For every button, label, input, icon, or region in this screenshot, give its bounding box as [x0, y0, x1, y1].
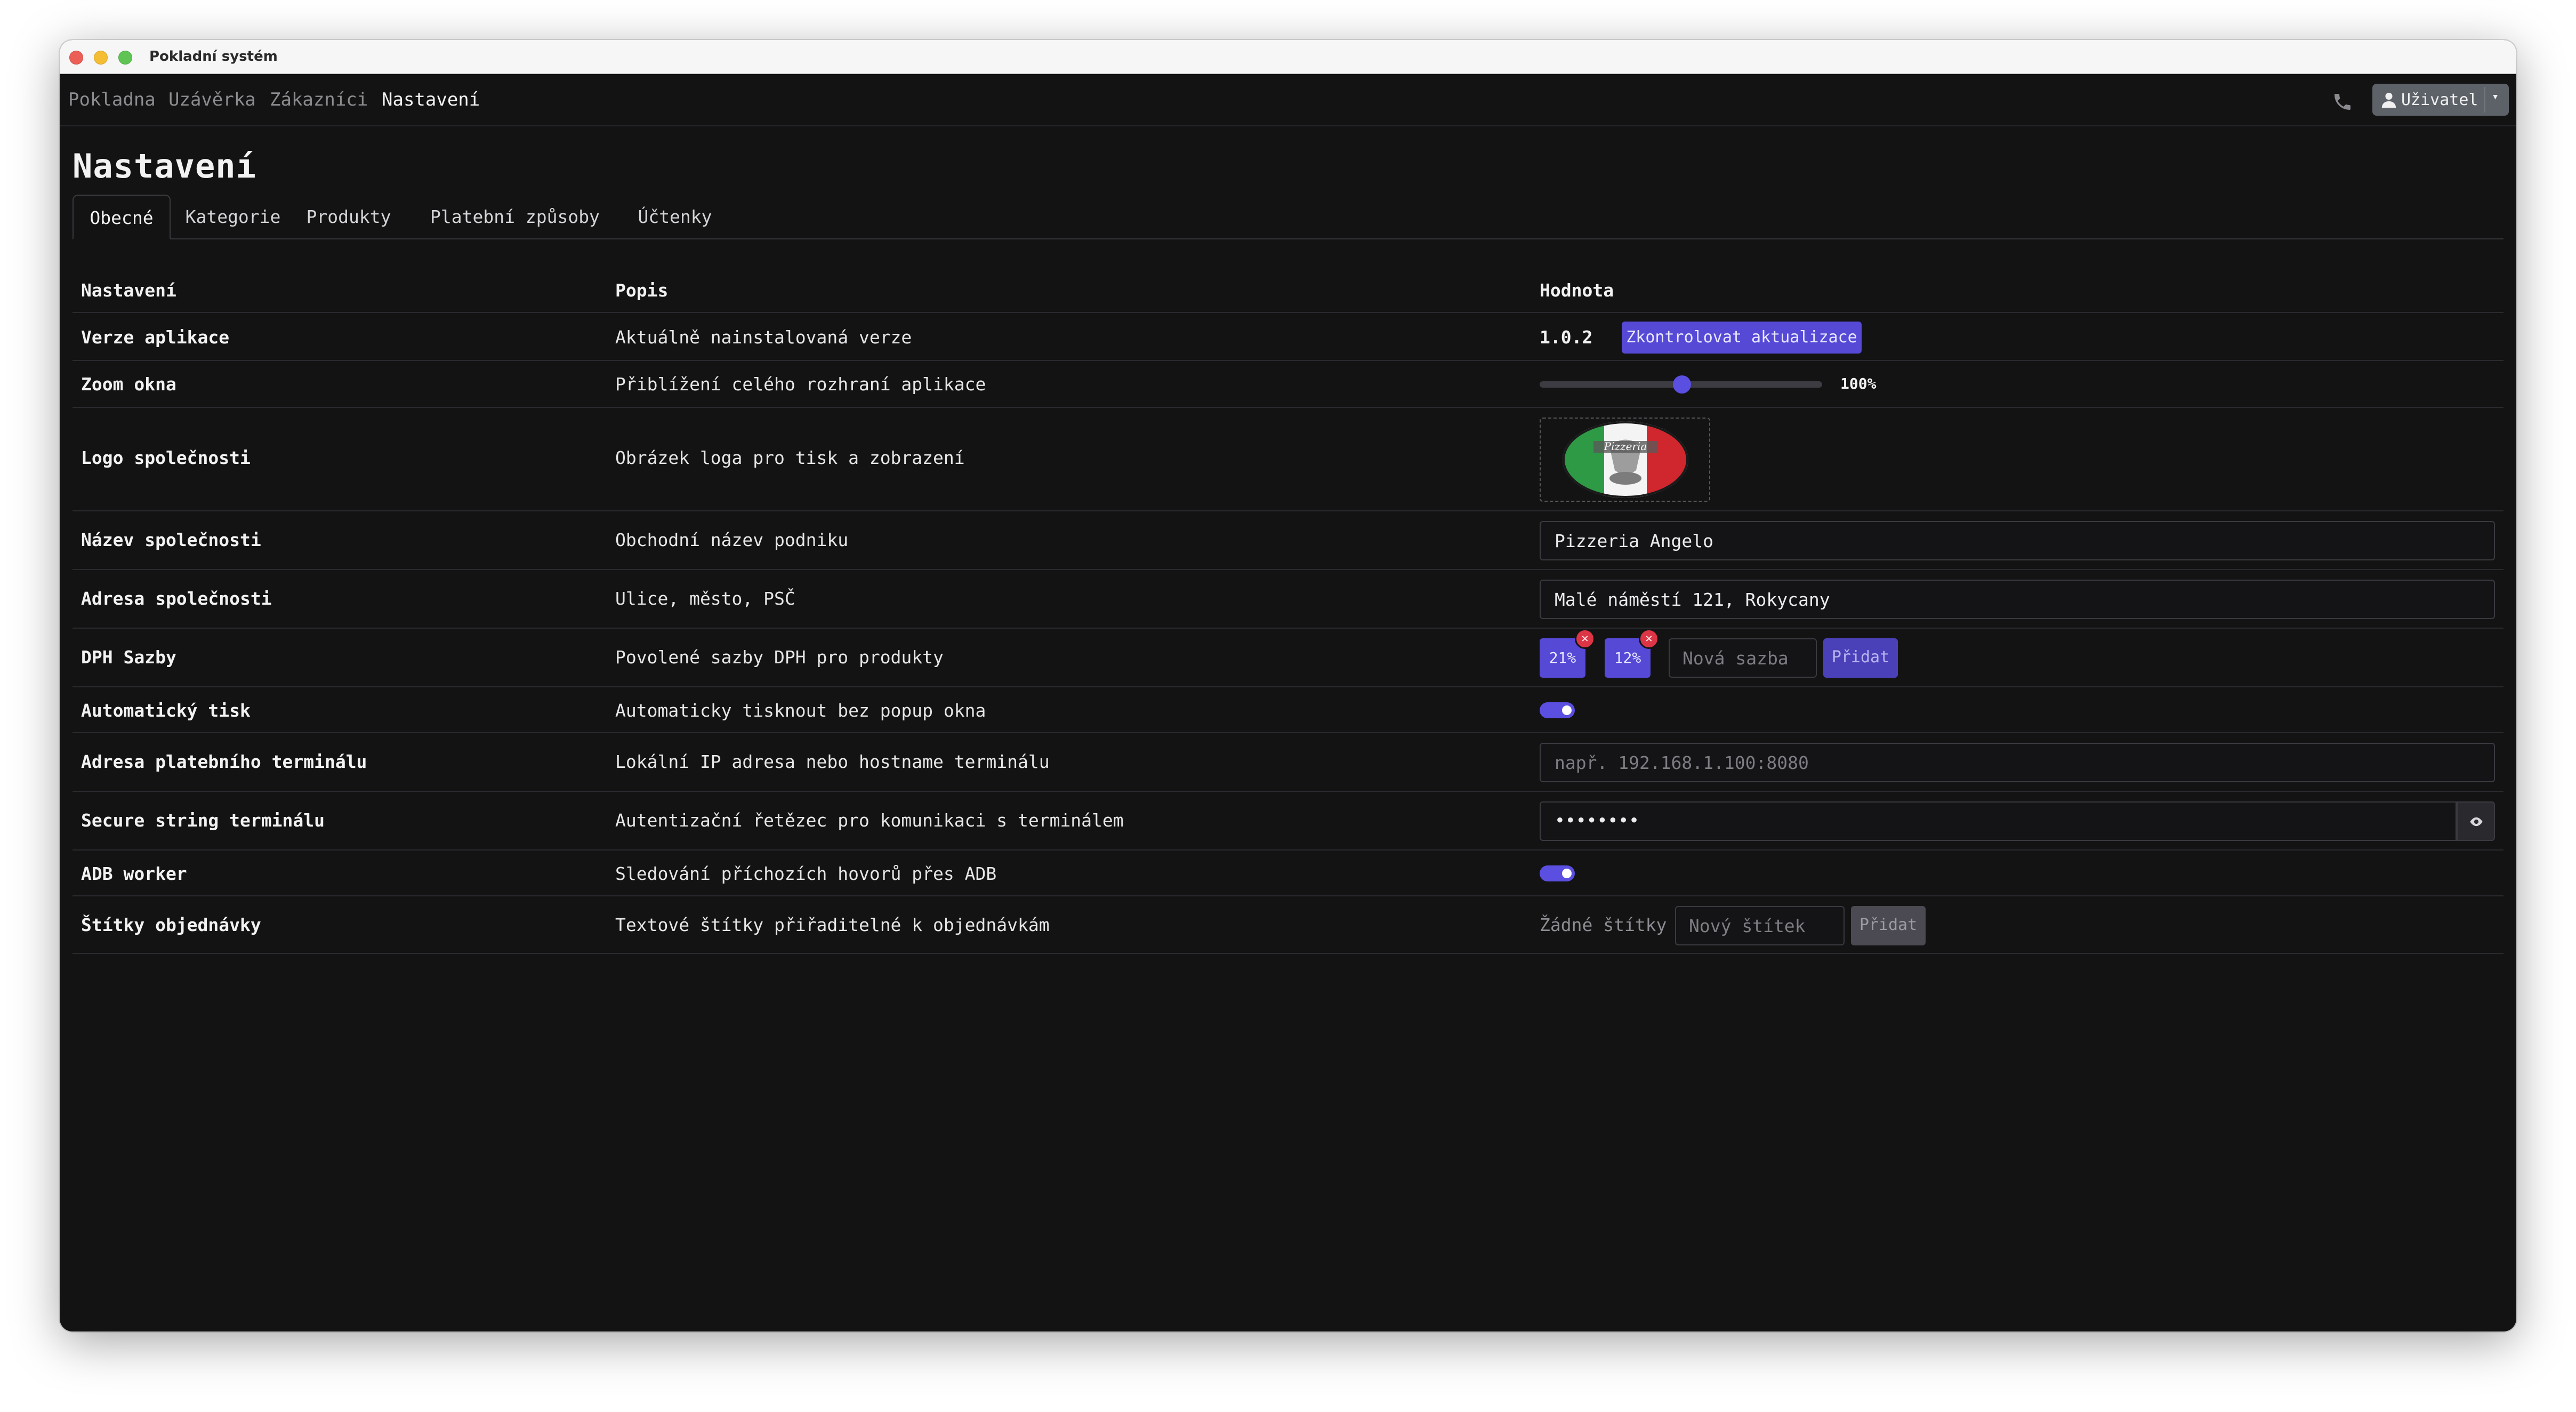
svg-text:Pizzeria: Pizzeria	[1604, 440, 1647, 453]
window-title: Pokladní systém	[149, 49, 278, 65]
setting-name: Adresa platebního terminálu	[81, 751, 367, 772]
zoom-slider-handle[interactable]	[1673, 375, 1691, 394]
app-window: Pokladní systém Pokladna Uzávěrka Zákazn…	[60, 40, 2516, 1331]
user-menu-label: Uživatel	[2401, 91, 2478, 109]
auto-print-toggle[interactable]	[1540, 702, 1575, 718]
column-header-description: Popis	[615, 280, 669, 301]
user-icon	[2381, 92, 2396, 108]
table-row: Secure string terminálu Autentizační řet…	[73, 791, 2503, 849]
add-vat-rate-button[interactable]: Přidat	[1823, 638, 1898, 678]
no-labels-text: Žádné štítky	[1540, 914, 1667, 935]
eye-icon	[2470, 817, 2483, 827]
table-row: Logo společnosti Obrázek loga pro tisk a…	[73, 407, 2503, 510]
setting-description: Obchodní název podniku	[615, 530, 849, 550]
setting-name: Zoom okna	[81, 374, 176, 395]
setting-name: Název společnosti	[81, 530, 261, 550]
setting-name: DPH Sazby	[81, 647, 176, 668]
settings-tabs: Obecné Kategorie Produkty Platební způso…	[73, 195, 2503, 239]
tab-obecne[interactable]: Obecné	[73, 195, 171, 239]
tab-uctenky[interactable]: Účtenky	[627, 195, 723, 239]
setting-name: Adresa společnosti	[81, 588, 272, 609]
setting-name: ADB worker	[81, 863, 187, 884]
table-row: Automatický tisk Automaticky tisknout be…	[73, 686, 2503, 732]
setting-name: Verze aplikace	[81, 327, 230, 348]
add-label-button[interactable]: Přidat	[1851, 906, 1926, 945]
user-menu-button[interactable]: Uživatel ▾	[2372, 84, 2509, 116]
column-header-value: Hodnota	[1540, 280, 1614, 301]
zoom-value: 100%	[1840, 375, 1877, 392]
nav-item-uzaverka[interactable]: Uzávěrka	[168, 89, 256, 110]
version-value: 1.0.2	[1540, 327, 1593, 348]
tab-platebni-zpusoby[interactable]: Platební způsoby	[408, 195, 622, 239]
table-row: Adresa platebního terminálu Lokální IP a…	[73, 732, 2503, 791]
new-label-input[interactable]: Nový štítek	[1675, 906, 1845, 945]
terminal-address-input[interactable]: např. 192.168.1.100:8080	[1540, 743, 2495, 782]
nav-item-nastaveni[interactable]: Nastavení	[382, 89, 480, 110]
check-updates-button[interactable]: Zkontrolovat aktualizace	[1622, 322, 1862, 354]
close-window-button[interactable]	[69, 51, 83, 65]
phone-icon[interactable]	[2332, 91, 2353, 113]
tab-produkty[interactable]: Produkty	[295, 195, 402, 239]
setting-description: Obrázek loga pro tisk a zobrazení	[615, 447, 965, 468]
table-row: DPH Sazby Povolené sazby DPH pro produkt…	[73, 628, 2503, 686]
nav-item-zakaznici[interactable]: Zákazníci	[270, 89, 368, 110]
setting-name: Secure string terminálu	[81, 810, 325, 831]
setting-name: Štítky objednávky	[81, 914, 261, 935]
tab-kategorie[interactable]: Kategorie	[177, 195, 289, 239]
setting-description: Přiblížení celého rozhraní aplikace	[615, 374, 986, 395]
setting-name: Automatický tisk	[81, 700, 251, 721]
close-icon[interactable]: ✕	[1575, 629, 1595, 649]
setting-description: Sledování příchozích hovorů přes ADB	[615, 863, 997, 884]
show-password-button[interactable]	[2457, 801, 2495, 841]
zoom-window-button[interactable]	[118, 51, 132, 65]
title-bar: Pokladní systém	[60, 40, 2516, 74]
user-menu-divider	[2484, 87, 2485, 113]
adb-worker-toggle[interactable]	[1540, 865, 1575, 881]
setting-description: Ulice, město, PSČ	[615, 588, 795, 609]
table-row: Štítky objednávky Textové štítky přiřadi…	[73, 895, 2503, 954]
logo-upload-area[interactable]: Pizzeria	[1540, 418, 1710, 502]
setting-description: Povolené sazby DPH pro produkty	[615, 647, 944, 668]
nav-item-pokladna[interactable]: Pokladna	[68, 89, 156, 110]
page-title: Nastavení	[73, 147, 256, 186]
table-row: Verze aplikace Aktuálně nainstalovaná ve…	[73, 312, 2503, 360]
table-row: Zoom okna Přiblížení celého rozhraní apl…	[73, 360, 2503, 407]
company-name-input[interactable]: Pizzeria Angelo	[1540, 521, 2495, 560]
top-navigation: Pokladna Uzávěrka Zákazníci Nastavení Už…	[60, 74, 2516, 126]
minimize-window-button[interactable]	[94, 51, 108, 65]
setting-description: Autentizační řetězec pro komunikaci s te…	[615, 810, 1124, 831]
company-address-input[interactable]: Malé náměstí 121, Rokycany	[1540, 580, 2495, 619]
secure-string-input[interactable]: ••••••••	[1540, 801, 2457, 841]
new-vat-rate-input[interactable]: Nová sazba	[1669, 638, 1817, 678]
close-icon[interactable]: ✕	[1639, 629, 1659, 649]
chevron-down-icon[interactable]: ▾	[2492, 90, 2499, 103]
table-row: Adresa společnosti Ulice, město, PSČ Mal…	[73, 569, 2503, 628]
setting-description: Lokální IP adresa nebo hostname terminál…	[615, 751, 1050, 772]
setting-description: Aktuálně nainstalovaná verze	[615, 327, 912, 348]
setting-name: Logo společnosti	[81, 447, 251, 468]
setting-description: Automaticky tisknout bez popup okna	[615, 700, 986, 721]
company-logo: Pizzeria	[1563, 421, 1688, 498]
table-row: ADB worker Sledování příchozích hovorů p…	[73, 849, 2503, 895]
setting-description: Textové štítky přiřaditelné k objednávká…	[615, 914, 1050, 935]
column-header-setting: Nastavení	[81, 280, 176, 301]
table-row: Název společnosti Obchodní název podniku…	[73, 510, 2503, 569]
